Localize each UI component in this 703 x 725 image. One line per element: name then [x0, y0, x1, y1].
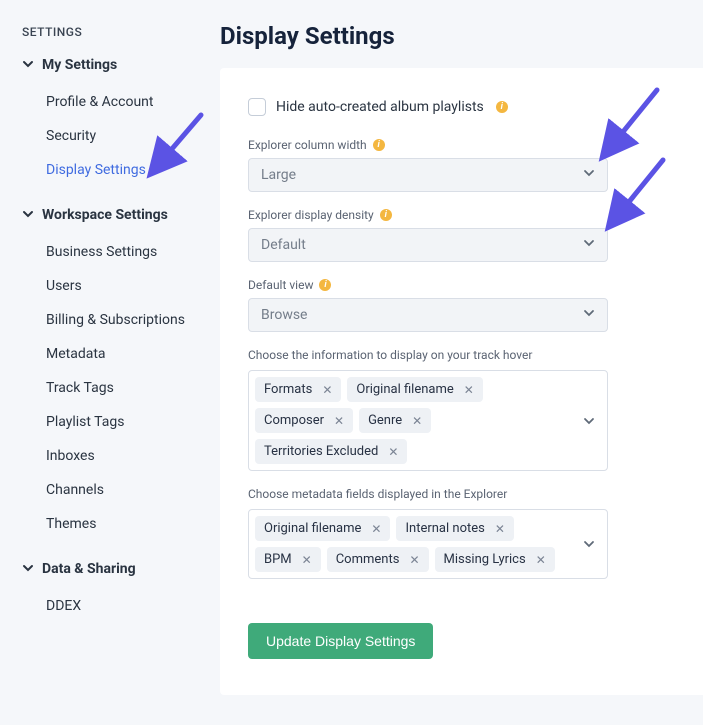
chevron-down-icon: [22, 208, 36, 222]
info-icon[interactable]: i: [496, 101, 508, 113]
remove-tag-icon[interactable]: ✕: [388, 445, 398, 459]
sidebar-item-billing[interactable]: Billing & Subscriptions: [22, 303, 208, 337]
sidebar-item-playlist-tags[interactable]: Playlist Tags: [22, 405, 208, 439]
remove-tag-icon[interactable]: ✕: [495, 522, 505, 536]
nav-section-data-sharing[interactable]: Data & Sharing: [22, 561, 208, 577]
sidebar-item-security[interactable]: Security: [22, 119, 208, 153]
remove-tag-icon[interactable]: ✕: [412, 414, 422, 428]
tag: Genre✕: [359, 408, 431, 433]
nav-section-label: Data & Sharing: [42, 561, 136, 577]
tag: Territories Excluded✕: [255, 439, 407, 464]
density-select[interactable]: Default: [248, 228, 608, 262]
default-view-label: Default view i: [248, 278, 675, 292]
sidebar-item-business[interactable]: Business Settings: [22, 235, 208, 269]
sidebar-item-metadata[interactable]: Metadata: [22, 337, 208, 371]
nav-section-workspace[interactable]: Workspace Settings: [22, 207, 208, 223]
sidebar: SETTINGS My Settings Profile & Account S…: [0, 0, 220, 695]
nav-group-workspace: Workspace Settings Business Settings Use…: [22, 207, 208, 541]
sidebar-item-channels[interactable]: Channels: [22, 473, 208, 507]
sidebar-item-users[interactable]: Users: [22, 269, 208, 303]
info-icon[interactable]: i: [373, 139, 385, 151]
select-value: Default: [261, 237, 306, 253]
chevron-down-icon: [583, 237, 595, 253]
nav-section-my-settings[interactable]: My Settings: [22, 57, 208, 73]
chevron-down-icon[interactable]: [577, 377, 601, 464]
remove-tag-icon[interactable]: ✕: [536, 553, 546, 567]
tag: Comments✕: [327, 547, 429, 572]
tag-area: Formats✕ Original filename✕ Composer✕ Ge…: [255, 377, 577, 464]
page-title: Display Settings: [220, 22, 703, 50]
main-content: Display Settings Hide auto-created album…: [220, 0, 703, 695]
hide-playlists-row: Hide auto-created album playlists i: [248, 98, 675, 116]
density-label: Explorer display density i: [248, 208, 675, 222]
tag: Composer✕: [255, 408, 353, 433]
remove-tag-icon[interactable]: ✕: [334, 414, 344, 428]
select-value: Browse: [261, 307, 307, 323]
explorer-width-select[interactable]: Large: [248, 158, 608, 192]
hide-playlists-checkbox[interactable]: [248, 98, 266, 116]
tag-area: Original filename✕ Internal notes✕ BPM✕ …: [255, 516, 577, 572]
sidebar-item-ddex[interactable]: DDEX: [22, 589, 208, 623]
chevron-down-icon: [22, 58, 36, 72]
tag: Internal notes✕: [396, 516, 513, 541]
nav-group-my-settings: My Settings Profile & Account Security D…: [22, 57, 208, 187]
sidebar-item-themes[interactable]: Themes: [22, 507, 208, 541]
remove-tag-icon[interactable]: ✕: [464, 383, 474, 397]
hover-fields-select[interactable]: Formats✕ Original filename✕ Composer✕ Ge…: [248, 370, 608, 471]
sidebar-item-track-tags[interactable]: Track Tags: [22, 371, 208, 405]
tag: Original filename✕: [347, 377, 482, 402]
sidebar-item-display-settings[interactable]: Display Settings: [22, 153, 208, 187]
sidebar-title: SETTINGS: [22, 25, 208, 39]
settings-panel: Hide auto-created album playlists i Expl…: [220, 68, 703, 695]
nav-group-data-sharing: Data & Sharing DDEX: [22, 561, 208, 623]
sidebar-item-profile[interactable]: Profile & Account: [22, 85, 208, 119]
tag: Formats✕: [255, 377, 341, 402]
info-icon[interactable]: i: [380, 209, 392, 221]
chevron-down-icon: [22, 562, 36, 576]
tag: Original filename✕: [255, 516, 390, 541]
default-view-select[interactable]: Browse: [248, 298, 608, 332]
explorer-width-label: Explorer column width i: [248, 138, 675, 152]
tag: BPM✕: [255, 547, 321, 572]
remove-tag-icon[interactable]: ✕: [371, 522, 381, 536]
hover-fields-label: Choose the information to display on you…: [248, 348, 675, 362]
chevron-down-icon: [583, 167, 595, 183]
remove-tag-icon[interactable]: ✕: [409, 553, 419, 567]
nav-section-label: Workspace Settings: [42, 207, 168, 223]
sidebar-item-inboxes[interactable]: Inboxes: [22, 439, 208, 473]
remove-tag-icon[interactable]: ✕: [302, 553, 312, 567]
tag: Missing Lyrics✕: [435, 547, 555, 572]
explorer-fields-label: Choose metadata fields displayed in the …: [248, 487, 675, 501]
info-icon[interactable]: i: [319, 279, 331, 291]
nav-section-label: My Settings: [42, 57, 117, 73]
chevron-down-icon: [583, 307, 595, 323]
remove-tag-icon[interactable]: ✕: [322, 383, 332, 397]
select-value: Large: [261, 167, 296, 183]
hide-playlists-label: Hide auto-created album playlists: [276, 99, 484, 115]
update-button[interactable]: Update Display Settings: [248, 623, 433, 659]
explorer-fields-select[interactable]: Original filename✕ Internal notes✕ BPM✕ …: [248, 509, 608, 579]
chevron-down-icon[interactable]: [577, 516, 601, 572]
